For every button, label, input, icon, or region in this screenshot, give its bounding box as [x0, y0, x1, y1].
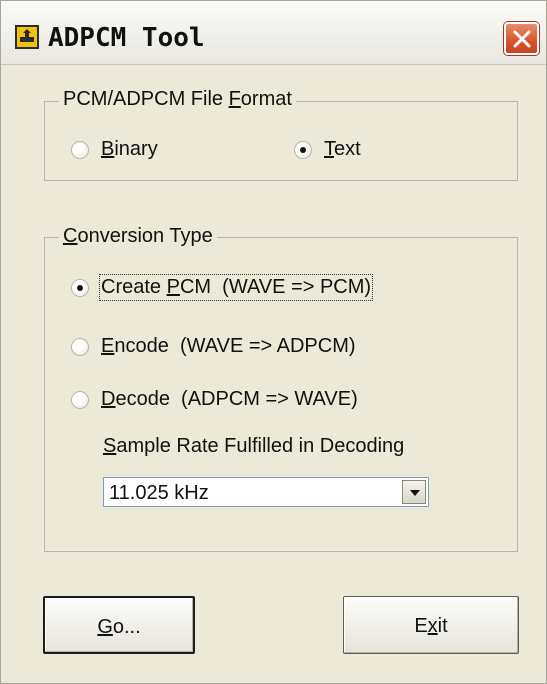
- adpcm-tool-window: ADPCM Tool PCM/ADPCM File Format Binary …: [0, 0, 547, 684]
- create-pcm-radio[interactable]: Create PCM (WAVE => PCM): [71, 274, 374, 301]
- text-radio[interactable]: Text: [294, 138, 361, 161]
- exit-button[interactable]: Exit: [343, 596, 519, 654]
- binary-radio-circle[interactable]: [71, 140, 89, 159]
- title-bar[interactable]: ADPCM Tool: [1, 1, 546, 65]
- decode-radio[interactable]: Decode (ADPCM => WAVE): [71, 388, 358, 411]
- close-button[interactable]: [504, 22, 539, 55]
- text-radio-label[interactable]: Text: [324, 138, 361, 161]
- window-title: ADPCM Tool: [48, 23, 205, 53]
- binary-radio-label[interactable]: Binary: [101, 138, 158, 161]
- go-button-label: Go...: [97, 616, 141, 638]
- sample-rate-label: Sample Rate Fulfilled in Decoding: [103, 435, 405, 457]
- close-icon: [513, 30, 531, 48]
- encode-radio-label[interactable]: Encode (WAVE => ADPCM): [101, 335, 356, 358]
- file-format-legend: PCM/ADPCM File Format: [59, 88, 296, 111]
- sample-rate-value: 11.025 kHz: [109, 482, 209, 504]
- conversion-type-legend: Conversion Type: [59, 225, 217, 248]
- chevron-down-icon: [410, 490, 420, 496]
- decode-radio-circle[interactable]: [71, 390, 89, 409]
- text-radio-circle[interactable]: [294, 140, 312, 159]
- encode-radio[interactable]: Encode (WAVE => ADPCM): [71, 335, 356, 358]
- adpcm-app-icon: [15, 25, 39, 49]
- create-pcm-radio-label[interactable]: Create PCM (WAVE => PCM): [98, 274, 374, 301]
- sample-rate-select[interactable]: 11.025 kHz: [103, 477, 429, 507]
- go-button[interactable]: Go...: [43, 596, 195, 654]
- binary-radio[interactable]: Binary: [71, 138, 158, 161]
- create-pcm-radio-circle[interactable]: [71, 278, 89, 297]
- decode-radio-label[interactable]: Decode (ADPCM => WAVE): [101, 388, 358, 411]
- dropdown-button[interactable]: [402, 480, 426, 504]
- exit-button-label: Exit: [414, 615, 448, 637]
- encode-radio-circle[interactable]: [71, 337, 89, 356]
